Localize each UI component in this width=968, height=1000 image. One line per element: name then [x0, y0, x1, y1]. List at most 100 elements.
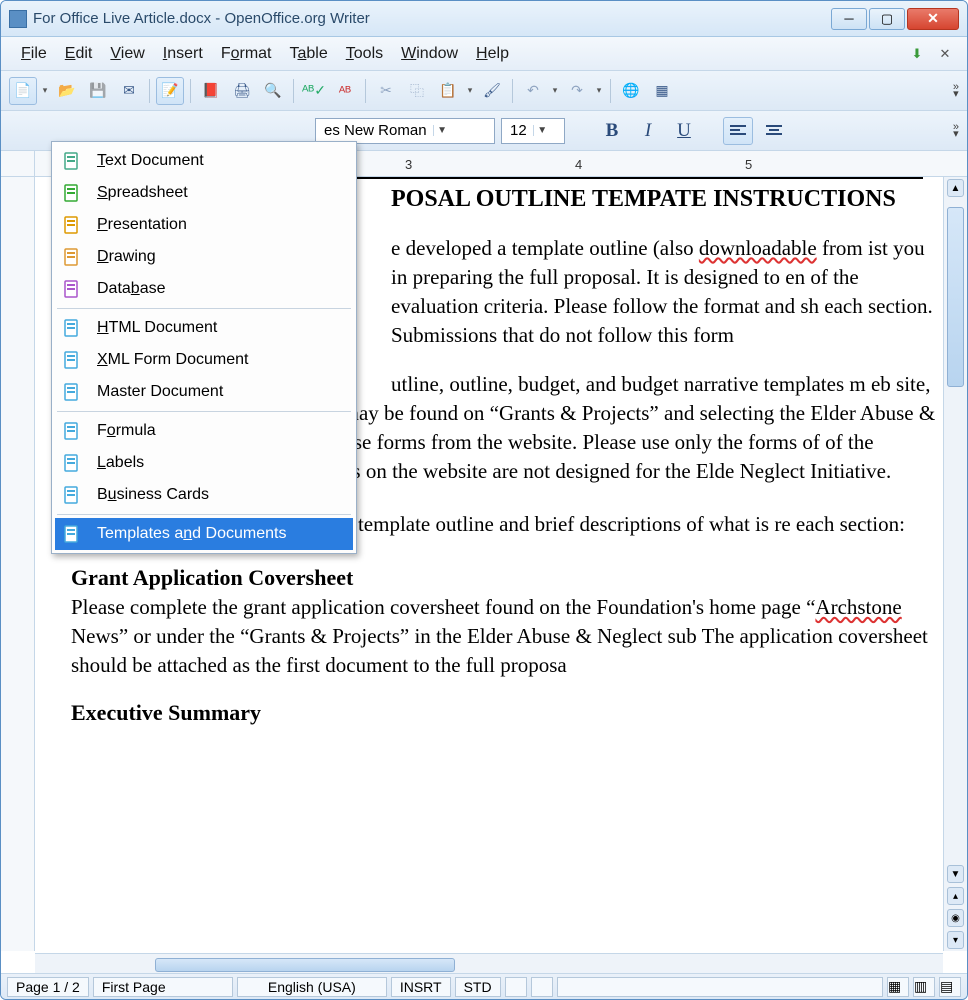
menu-item-label: Business Cards	[97, 486, 209, 504]
menu-item-presentation[interactable]: Presentation	[55, 209, 353, 241]
menu-item-templates[interactable]: Templates and Documents	[55, 518, 353, 550]
menu-edit[interactable]: Edit	[57, 41, 101, 67]
menu-separator	[57, 514, 351, 515]
bold-button[interactable]: B	[597, 117, 627, 145]
format-paintbrush-button[interactable]: 🖌	[478, 77, 506, 105]
pdf-button[interactable]: 📕	[197, 77, 225, 105]
horizontal-scrollbar[interactable]	[35, 953, 943, 975]
vertical-scrollbar[interactable]: ▲ ▼ ▴ ◉ ▾	[943, 177, 967, 951]
new-button[interactable]: 📄	[9, 77, 37, 105]
print-button[interactable]: 🖨	[228, 77, 256, 105]
menu-item-formula[interactable]: Formula	[55, 415, 353, 447]
close-button[interactable]: ✕	[907, 8, 959, 30]
edit-button[interactable]: 📝	[156, 77, 184, 105]
cut-button[interactable]: ✂	[372, 77, 400, 105]
status-bar: Page 1 / 2 First Page English (USA) INSR…	[1, 973, 967, 999]
font-size: 12	[510, 122, 527, 139]
maximize-button[interactable]: ▢	[869, 8, 905, 30]
menu-tools[interactable]: Tools	[338, 41, 391, 67]
format-overflow[interactable]: »▾	[953, 124, 959, 138]
menu-item-database[interactable]: Database	[55, 273, 353, 305]
menu-item-text-doc[interactable]: Text Document	[55, 145, 353, 177]
menu-item-label: Database	[97, 280, 166, 298]
prev-page-button[interactable]: ▴	[947, 887, 964, 905]
redo-dropdown[interactable]: ▾	[594, 85, 604, 96]
undo-button[interactable]: ↶	[519, 77, 547, 105]
menu-item-label: Spreadsheet	[97, 184, 188, 202]
menu-item-label: HTML Document	[97, 319, 217, 337]
templates-icon	[61, 523, 83, 545]
new-dropdown[interactable]: ▾	[40, 85, 50, 96]
undo-dropdown[interactable]: ▾	[550, 85, 560, 96]
preview-button[interactable]: 🔍	[259, 77, 287, 105]
open-button[interactable]: 📂	[53, 77, 81, 105]
table-button[interactable]: ▦	[648, 77, 676, 105]
nav-target-button[interactable]: ◉	[947, 909, 964, 927]
menu-insert[interactable]: Insert	[155, 41, 211, 67]
paste-dropdown[interactable]: ▾	[465, 85, 475, 96]
menu-item-label: Drawing	[97, 248, 156, 266]
status-view-2[interactable]: ▥	[913, 977, 935, 997]
font-combo[interactable]: es New Roman ▼	[315, 118, 495, 144]
status-page[interactable]: Page 1 / 2	[7, 977, 89, 997]
app-window: For Office Live Article.docx - OpenOffic…	[0, 0, 968, 1000]
menu-format[interactable]: Format	[213, 41, 280, 67]
scroll-down-button[interactable]: ▼	[947, 865, 964, 883]
status-view-1[interactable]: ▦	[887, 977, 909, 997]
copy-button[interactable]: ⿻	[403, 77, 431, 105]
status-insert[interactable]: INSRT	[391, 977, 451, 997]
minimize-button[interactable]: ─	[831, 8, 867, 30]
menu-help[interactable]: Help	[468, 41, 517, 67]
doc-para-4: Please complete the grant application co…	[71, 593, 943, 680]
align-left-button[interactable]	[723, 117, 753, 145]
app-icon	[9, 10, 27, 28]
underline-button[interactable]: U	[669, 117, 699, 145]
email-button[interactable]: ✉	[115, 77, 143, 105]
doc-subhead-1: Grant Application Coversheet	[71, 563, 943, 593]
menu-item-html-doc[interactable]: HTML Document	[55, 312, 353, 344]
menu-item-label: Labels	[97, 454, 144, 472]
next-page-button[interactable]: ▾	[947, 931, 964, 949]
menu-window[interactable]: Window	[393, 41, 466, 67]
status-language[interactable]: English (USA)	[237, 977, 387, 997]
save-button[interactable]: 💾	[84, 77, 112, 105]
menu-item-spreadsheet[interactable]: Spreadsheet	[55, 177, 353, 209]
new-document-menu: Text Document Spreadsheet Presentation Draw…	[51, 141, 357, 554]
vertical-ruler	[1, 177, 35, 951]
status-cell[interactable]	[505, 977, 527, 997]
menu-item-master-doc[interactable]: Master Document	[55, 376, 353, 408]
menu-item-label: Presentation	[97, 216, 187, 234]
menu-item-xml-doc[interactable]: XML Form Document	[55, 344, 353, 376]
doc-subhead-2: Executive Summary	[71, 698, 943, 728]
toolbar-overflow[interactable]: »▾	[953, 84, 959, 98]
scroll-up-button[interactable]: ▲	[947, 179, 964, 197]
menu-file[interactable]: File	[13, 41, 55, 67]
close-doc-icon[interactable]: ✕	[935, 44, 955, 64]
xml-doc-icon	[61, 349, 83, 371]
menu-separator	[57, 308, 351, 309]
hyperlink-button[interactable]: 🌐	[617, 77, 645, 105]
menu-item-labels[interactable]: Labels	[55, 447, 353, 479]
font-size-combo[interactable]: 12 ▼	[501, 118, 565, 144]
spellcheck-button[interactable]: ᴬᴮ✓	[300, 77, 328, 105]
status-style[interactable]: First Page	[93, 977, 233, 997]
menu-item-label: Formula	[97, 422, 156, 440]
auto-spellcheck-button[interactable]: ᴬᴮ	[331, 77, 359, 105]
download-icon[interactable]: ⬇	[907, 44, 927, 64]
chevron-down-icon: ▼	[533, 125, 551, 136]
paste-button[interactable]: 📋	[434, 77, 462, 105]
redo-button[interactable]: ↷	[563, 77, 591, 105]
status-selection[interactable]: STD	[455, 977, 501, 997]
chevron-down-icon: ▼	[433, 125, 451, 136]
menu-table[interactable]: Table	[282, 41, 336, 67]
status-view-3[interactable]: ▤	[939, 977, 961, 997]
status-cell[interactable]	[531, 977, 553, 997]
menu-item-drawing[interactable]: Drawing	[55, 241, 353, 273]
align-center-button[interactable]	[759, 117, 789, 145]
italic-button[interactable]: I	[633, 117, 663, 145]
formula-icon	[61, 420, 83, 442]
menu-view[interactable]: View	[102, 41, 152, 67]
hscroll-thumb[interactable]	[155, 958, 455, 972]
scroll-thumb[interactable]	[947, 207, 964, 387]
menu-item-bizcards[interactable]: Business Cards	[55, 479, 353, 511]
